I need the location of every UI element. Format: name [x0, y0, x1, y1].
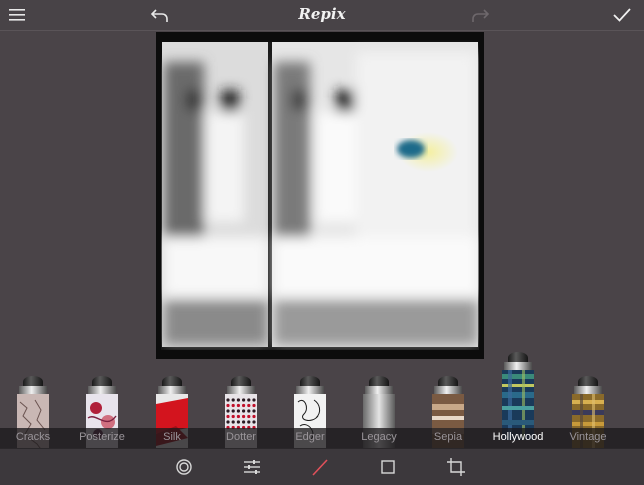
brush-label-dotter[interactable]: Dotter — [204, 431, 278, 443]
app-title: Repix — [298, 5, 346, 23]
brush-label-edger[interactable]: Edger — [273, 431, 347, 443]
crop-icon — [447, 458, 465, 476]
bottom-toolbar — [0, 448, 644, 485]
checkmark-icon — [613, 8, 631, 22]
brush-label-sepia[interactable]: Sepia — [411, 431, 485, 443]
done-button[interactable] — [610, 3, 634, 27]
brush-pen-icon — [312, 459, 328, 476]
top-toolbar: Repix — [0, 0, 644, 31]
circle-target-icon — [176, 459, 192, 475]
edited-photo — [156, 32, 484, 359]
effects-tool-button[interactable] — [172, 455, 196, 479]
sliders-adjust-icon — [244, 460, 260, 474]
brush-label-hollywood[interactable]: Hollywood — [481, 431, 555, 443]
brush-label-cracks[interactable]: Cracks — [0, 431, 70, 443]
brush-label-vintage[interactable]: Vintage — [551, 431, 625, 443]
brush-tool-button[interactable] — [308, 455, 332, 479]
adjust-tool-button[interactable] — [240, 455, 264, 479]
brush-pen-icon — [502, 346, 534, 440]
brush-label-posterize[interactable]: Posterize — [65, 431, 139, 443]
redo-arrow-icon — [472, 9, 490, 22]
crop-tool-button[interactable] — [444, 455, 468, 479]
photo-canvas[interactable] — [156, 32, 484, 359]
brush-label-legacy[interactable]: Legacy — [342, 431, 416, 443]
brush-label-silk[interactable]: Silk — [135, 431, 209, 443]
redo-button[interactable] — [468, 3, 492, 27]
frame-tool-button[interactable] — [376, 455, 400, 479]
square-frame-icon — [381, 460, 395, 474]
